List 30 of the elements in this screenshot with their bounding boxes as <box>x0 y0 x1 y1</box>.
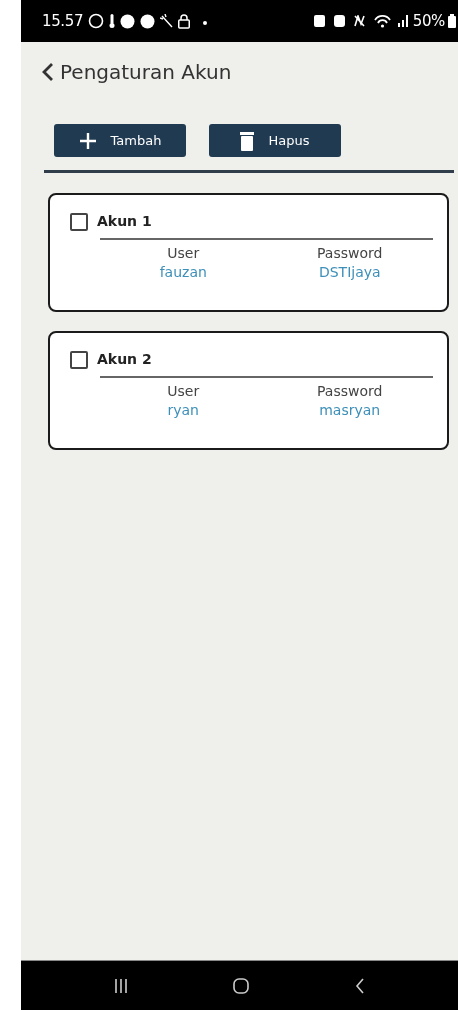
user-value: fauzan <box>159 262 207 282</box>
wifi-icon <box>373 14 391 28</box>
user-label: User <box>167 243 200 263</box>
signal-icon <box>397 15 408 27</box>
battery-icon <box>448 14 456 28</box>
page-title: Pengaturan Akun <box>60 59 232 86</box>
back-nav-icon[interactable] <box>355 977 366 994</box>
user-value: ryan <box>167 400 199 420</box>
account-title: Akun 2 <box>97 350 152 369</box>
account-checkbox[interactable] <box>70 212 88 231</box>
password-value: DSTIjaya <box>318 262 381 282</box>
status-time: 15.57 <box>42 10 84 32</box>
dot-icon <box>203 21 208 25</box>
wand-icon <box>160 14 174 28</box>
account-checkbox[interactable] <box>70 350 88 369</box>
back-icon[interactable] <box>42 62 54 82</box>
plus-icon <box>78 131 97 150</box>
add-button[interactable]: Tambah <box>54 124 186 157</box>
recent-apps-icon[interactable] <box>113 978 128 993</box>
battery-percentage: 50% <box>412 10 445 32</box>
user-label: User <box>167 381 200 401</box>
password-label: Password <box>317 381 383 401</box>
thermometer-icon <box>109 13 116 29</box>
lock-icon <box>178 13 191 29</box>
password-label: Password <box>317 243 383 263</box>
account-title: Akun 1 <box>97 212 152 231</box>
trash-icon <box>240 130 255 151</box>
password-value: masryan <box>319 400 381 420</box>
home-icon[interactable] <box>233 977 250 994</box>
delete-button[interactable]: Hapus <box>209 124 341 157</box>
